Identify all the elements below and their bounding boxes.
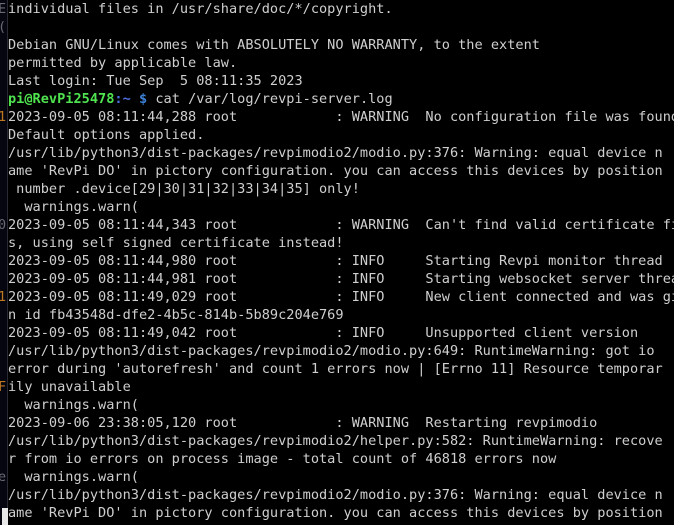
terminal-screen[interactable]: individual files in /usr/share/doc/*/cop… (8, 0, 674, 525)
terminal-line: 2023-09-05 08:11:44,981 root : INFO Star… (8, 271, 674, 287)
background-window-sliver[interactable]: E(1 0 1 Fe (0, 0, 7, 525)
terminal-line: individual files in /usr/share/doc/*/cop… (8, 1, 393, 17)
background-glyph-fragment: 0 (0, 217, 7, 233)
prompt-path: :~ (114, 91, 131, 107)
terminal-line: error during 'autorefresh' and count 1 e… (8, 361, 663, 377)
terminal-line: Debian GNU/Linux comes with ABSOLUTELY N… (8, 37, 540, 53)
terminal-line: /usr/lib/python3/dist-packages/revpimodi… (8, 433, 663, 449)
terminal-line: /usr/lib/python3/dist-packages/revpimodi… (8, 145, 663, 161)
terminal-line: s, using self signed certificate instead… (8, 235, 344, 251)
taskbar-nub[interactable] (2, 508, 8, 525)
terminal-line: warnings.warn( (8, 199, 139, 215)
prompt-user-host: pi@RevPi25478 (8, 91, 115, 107)
terminal-line: /usr/lib/python3/dist-packages/revpimodi… (8, 343, 655, 359)
background-glyph-fragment: E (0, 1, 7, 17)
background-glyph-fragment: 1 (0, 289, 7, 305)
terminal-line: number .device[29|30|31|32|33|34|35] onl… (8, 181, 360, 197)
terminal-line: Last login: Tue Sep 5 08:11:35 2023 (8, 73, 303, 89)
terminal-line: 2023-09-05 08:11:44,343 root : WARNING C… (8, 217, 674, 233)
terminal-line: r from io errors on process image - tota… (8, 451, 557, 467)
background-glyph-fragment: ( (0, 18, 6, 36)
terminal-line: permitted by applicable law. (8, 55, 238, 71)
background-glyph-fragment: e (0, 469, 7, 485)
terminal-line: ame 'RevPi DO' in pictory configuration.… (8, 505, 663, 521)
prompt-symbol: $ (138, 91, 148, 107)
terminal-line: 2023-09-05 08:11:44,288 root : WARNING N… (8, 109, 674, 125)
terminal-line: n id fb43548d-dfe2-4b5c-814b-5b89c204e76… (8, 307, 344, 323)
terminal-line: 2023-09-05 08:11:44,980 root : INFO Star… (8, 253, 663, 269)
terminal-window[interactable]: E(1 0 1 Fe individual files in /usr/share/d… (0, 0, 674, 525)
background-glyph-fragment: 1 (0, 109, 7, 125)
command-text: cat /var/log/revpi-server.log (147, 91, 393, 107)
background-glyph-fragment: F (0, 379, 7, 395)
terminal-line: 2023-09-05 08:11:49,042 root : INFO Unsu… (8, 325, 639, 341)
terminal-line: ame 'RevPi DO' in pictory configuration.… (8, 163, 663, 179)
terminal-line: /usr/lib/python3/dist-packages/revpimodi… (8, 487, 663, 503)
terminal-line: warnings.warn( (8, 469, 139, 485)
terminal-line: 2023-09-05 08:11:49,029 root : INFO New … (8, 289, 674, 305)
terminal-line: ily unavailable (8, 379, 131, 395)
command-line: pi@RevPi25478:~ $ cat /var/log/revpi-ser… (8, 90, 674, 108)
terminal-line: warnings.warn( (8, 397, 139, 413)
terminal-line: 2023-09-06 23:38:05,120 root : WARNING R… (8, 415, 598, 431)
terminal-line: Default options applied. (8, 127, 205, 143)
